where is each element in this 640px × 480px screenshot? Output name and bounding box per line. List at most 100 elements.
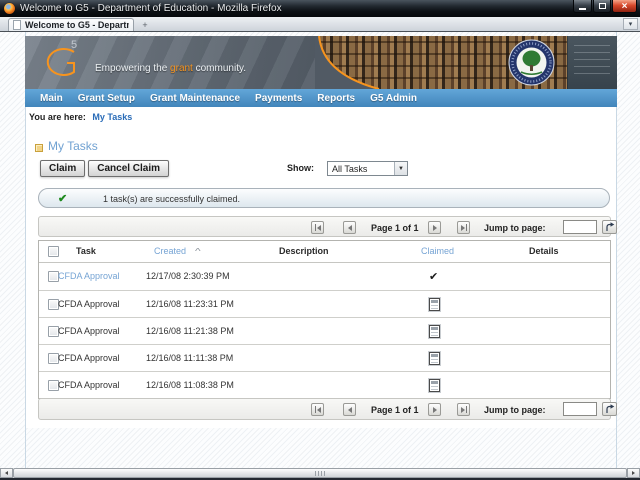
pagination-bar-bottom: Page 1 of 1 Jump to page:	[38, 398, 617, 420]
show-filter-select[interactable]: All Tasks ▼	[327, 161, 408, 176]
nav-item-main[interactable]: Main	[40, 93, 63, 104]
nav-item-grant-maintenance[interactable]: Grant Maintenance	[150, 93, 240, 104]
breadcrumb: You are here: My Tasks	[29, 112, 132, 122]
browser-tab[interactable]: Welcome to G5 - Department of Edu...	[8, 18, 134, 31]
pagination-last-button[interactable]	[457, 221, 470, 234]
show-filter-value: All Tasks	[332, 164, 368, 174]
orange-curve	[315, 36, 380, 89]
claimed-cell	[429, 318, 440, 344]
pagination-last-button[interactable]	[457, 403, 470, 416]
go-arrow-icon	[605, 404, 614, 413]
success-check-icon: ✔	[58, 193, 68, 205]
header-description: Description	[279, 246, 329, 256]
minimize-icon	[579, 7, 586, 10]
pagination-next-button[interactable]	[428, 403, 441, 416]
select-all-checkbox[interactable]	[48, 246, 59, 257]
task-table-header: Task Created ^ Description Claimed Detai…	[39, 241, 610, 263]
g5-logo-number: 5	[71, 39, 78, 51]
scroll-left-button[interactable]	[0, 468, 13, 478]
claimed-cell	[429, 345, 440, 371]
claimed-cell: ✔	[429, 263, 438, 289]
chevron-down-icon: ▼	[394, 162, 407, 175]
task-cell: CFDA Approval	[58, 380, 120, 390]
header-details: Details	[529, 246, 559, 256]
header-task: Task	[76, 246, 96, 256]
claim-document-icon[interactable]	[429, 297, 440, 311]
header-banner: 5 Empowering the grant community.	[25, 36, 617, 89]
scroll-right-icon	[632, 471, 635, 475]
prev-page-icon	[347, 224, 352, 231]
page-title: My Tasks	[48, 139, 98, 153]
library-photo	[315, 36, 617, 89]
scroll-left-icon	[5, 471, 8, 475]
header-created-sort-link[interactable]: Created	[154, 241, 186, 262]
browser-tab-bar: Welcome to G5 - Department of Edu... + ▾	[0, 17, 640, 32]
last-page-icon	[465, 224, 467, 231]
pagination-prev-button[interactable]	[343, 403, 356, 416]
page-viewport: 5 Empowering the grant community. Main G…	[0, 32, 640, 468]
pagination-prev-button[interactable]	[343, 221, 356, 234]
claim-button[interactable]: Claim	[40, 160, 86, 177]
first-page-icon-arrow	[316, 224, 321, 231]
last-page-icon-arrow	[460, 224, 465, 231]
nav-item-grant-setup[interactable]: Grant Setup	[78, 93, 135, 104]
page-indicator: Page 1 of 1	[371, 405, 419, 415]
nav-item-g5-admin[interactable]: G5 Admin	[370, 93, 417, 104]
breadcrumb-prefix: You are here:	[29, 112, 86, 122]
jump-go-button[interactable]	[602, 402, 617, 416]
header-claimed-sort-link[interactable]: Claimed	[421, 241, 454, 262]
task-cell: CFDA Approval	[58, 299, 120, 309]
jump-to-page-input[interactable]	[563, 220, 597, 234]
success-message: ✔ 1 task(s) are successfully claimed.	[38, 188, 610, 208]
created-cell: 12/16/08 11:08:38 PM	[146, 380, 234, 390]
nav-item-payments[interactable]: Payments	[255, 93, 302, 104]
claimed-cell	[429, 291, 440, 317]
scroll-right-button[interactable]	[627, 468, 640, 478]
claim-document-icon[interactable]	[429, 378, 440, 392]
horizontal-scrollbar[interactable]	[0, 468, 640, 478]
go-arrow-icon	[605, 222, 614, 231]
task-cell: CFDA Approval	[58, 353, 120, 363]
tagline-suffix: community.	[192, 63, 247, 74]
first-page-icon	[314, 406, 316, 413]
last-page-icon-arrow	[460, 406, 465, 413]
pagination-first-button[interactable]	[311, 221, 324, 234]
breadcrumb-current-link[interactable]: My Tasks	[92, 112, 132, 122]
created-cell: 12/17/08 2:30:39 PM	[146, 271, 230, 281]
window-controls: ×	[573, 0, 637, 13]
claim-document-icon[interactable]	[429, 351, 440, 365]
table-row: CFDA Approval 12/16/08 11:08:38 PM	[39, 371, 610, 398]
task-link[interactable]: CFDA Approval	[58, 263, 120, 289]
jump-go-button[interactable]	[602, 220, 617, 234]
cancel-claim-button[interactable]: Cancel Claim	[88, 160, 170, 177]
new-tab-button[interactable]: +	[137, 20, 153, 31]
table-row: CFDA Approval 12/17/08 2:30:39 PM ✔	[39, 263, 610, 290]
banner-tagline: Empowering the grant community.	[95, 63, 246, 74]
maximize-icon	[598, 3, 606, 9]
pagination-first-button[interactable]	[311, 403, 324, 416]
jump-to-page-input[interactable]	[563, 402, 597, 416]
show-filter-label: Show:	[287, 163, 314, 173]
table-row: CFDA Approval 12/16/08 11:11:38 PM	[39, 344, 610, 371]
tab-title: Welcome to G5 - Department of Edu...	[25, 20, 129, 30]
scrollbar-thumb[interactable]	[13, 468, 627, 478]
claim-document-icon[interactable]	[429, 324, 440, 338]
close-button[interactable]: ×	[612, 0, 637, 13]
task-cell: CFDA Approval	[58, 326, 120, 336]
next-page-icon	[432, 406, 437, 413]
pagination-bar-top: Page 1 of 1 Jump to page:	[38, 216, 617, 237]
jump-to-page-label: Jump to page:	[484, 405, 546, 415]
list-tabs-button[interactable]: ▾	[623, 18, 638, 30]
section-icon	[35, 144, 43, 152]
table-row: CFDA Approval 12/16/08 11:21:38 PM	[39, 317, 610, 344]
task-actions: Claim Cancel Claim	[40, 160, 170, 177]
chalkboard-photo	[567, 36, 617, 89]
close-icon: ×	[621, 0, 628, 12]
minimize-button[interactable]	[573, 0, 592, 13]
department-of-education-seal	[508, 39, 555, 86]
last-page-icon	[465, 406, 467, 413]
pagination-next-button[interactable]	[428, 221, 441, 234]
firefox-icon	[4, 3, 15, 14]
maximize-button[interactable]	[593, 0, 611, 13]
nav-item-reports[interactable]: Reports	[317, 93, 355, 104]
